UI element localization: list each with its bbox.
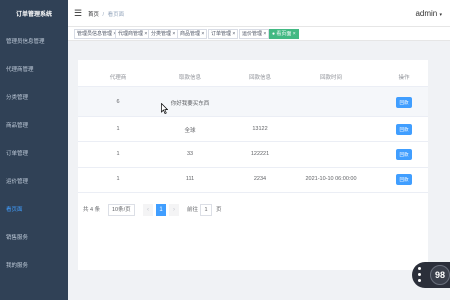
user-menu[interactable]: admin ▾	[415, 9, 442, 18]
breadcrumb-home[interactable]: 首页	[88, 12, 99, 18]
breadcrumb: 首页 / 看页面	[88, 10, 124, 18]
top-navbar: ☰ 首页 / 看页面 admin ▾	[68, 0, 450, 27]
page-number-1[interactable]: 1	[156, 204, 166, 216]
refund-button[interactable]: 回款	[396, 149, 412, 160]
sidebar: 订单管理系统 管理员信息管理 代理商管理 分类管理 商品管理 订单管理 运价管理…	[0, 0, 68, 300]
cell-withdraw: 111	[185, 176, 195, 182]
cell-refund: 122221	[250, 151, 270, 157]
cell-agent: 6	[116, 99, 120, 105]
cell-withdraw: 全球	[184, 128, 196, 134]
refund-button[interactable]: 回款	[396, 97, 412, 108]
tag-freight[interactable]: 运价管理 ×	[239, 29, 270, 39]
refund-button[interactable]: 回款	[396, 174, 412, 185]
sidebar-item-products[interactable]: 商品管理	[0, 112, 68, 140]
menu-toggle-icon[interactable]: ☰	[74, 8, 82, 19]
tag-products[interactable]: 商品管理 ×	[177, 29, 208, 39]
next-page-button[interactable]: ›	[169, 204, 179, 216]
username: admin	[415, 9, 438, 18]
app-title: 订单管理系统	[15, 12, 52, 18]
cell-withdraw: 你好我要买东西	[170, 101, 210, 107]
sidebar-item-admin-info[interactable]: 管理员信息管理	[0, 28, 68, 56]
mouse-cursor-icon	[161, 103, 168, 114]
column-header-refund-time: 回款时间	[319, 75, 343, 81]
sidebar-item-freight[interactable]: 运价管理	[0, 168, 68, 196]
tags-view: 管理员信息管理 × 代理商管理 × 分类管理 × 商品管理 × 订单管理 × 运…	[68, 27, 450, 41]
cell-agent: 1	[116, 151, 120, 157]
breadcrumb-current: 看页面	[107, 12, 125, 18]
table-row[interactable]	[78, 87, 428, 116]
tag-agents[interactable]: 代理商管理 ×	[115, 29, 151, 39]
column-header-actions: 操作	[398, 75, 410, 81]
tag-admin-info[interactable]: 管理员信息管理 ×	[74, 29, 120, 39]
sidebar-item-view-page[interactable]: 看页面	[0, 196, 68, 224]
sidebar-item-categories[interactable]: 分类管理	[0, 84, 68, 112]
sidebar-item-sales-service[interactable]: 销售服务	[0, 224, 68, 252]
sidebar-item-agents[interactable]: 代理商管理	[0, 56, 68, 84]
cell-withdraw: 33	[186, 151, 194, 157]
cell-agent: 1	[116, 176, 120, 182]
dot-icon	[418, 267, 421, 270]
cell-refund-time: 2021-10-10 06:00:00	[305, 176, 357, 182]
sidebar-item-orders[interactable]: 订单管理	[0, 140, 68, 168]
prev-page-button[interactable]: ‹	[143, 204, 153, 216]
page-size-select[interactable]: 10条/页	[108, 204, 135, 216]
chevron-down-icon: ▾	[439, 12, 442, 18]
tag-view-page[interactable]: ● 看页面 ×	[269, 29, 299, 39]
tag-categories[interactable]: 分类管理 ×	[148, 29, 179, 39]
goto-suffix: 页	[216, 207, 222, 213]
dot-icon	[418, 273, 421, 276]
column-header-refund: 回款信息	[248, 75, 272, 81]
goto-label: 前往	[187, 207, 199, 213]
goto-page-input[interactable]: 1	[200, 204, 212, 216]
cell-refund: 13122	[252, 126, 268, 132]
refund-button[interactable]: 回款	[396, 124, 412, 135]
pagination-total: 共 4 条	[83, 207, 101, 213]
cell-refund: 2234	[253, 176, 267, 182]
performance-monitor-widget[interactable]: 98	[412, 262, 450, 288]
row-divider	[78, 192, 428, 193]
breadcrumb-separator: /	[102, 12, 105, 18]
sidebar-item-my-service[interactable]: 我的服务	[0, 252, 68, 280]
tag-orders[interactable]: 订单管理 ×	[208, 29, 239, 39]
column-header-withdraw: 取款信息	[178, 75, 202, 81]
column-header-agent: 代理商	[109, 75, 127, 81]
cell-agent: 1	[116, 126, 120, 132]
monitor-gauge: 98	[430, 265, 450, 285]
dot-icon	[418, 279, 421, 282]
